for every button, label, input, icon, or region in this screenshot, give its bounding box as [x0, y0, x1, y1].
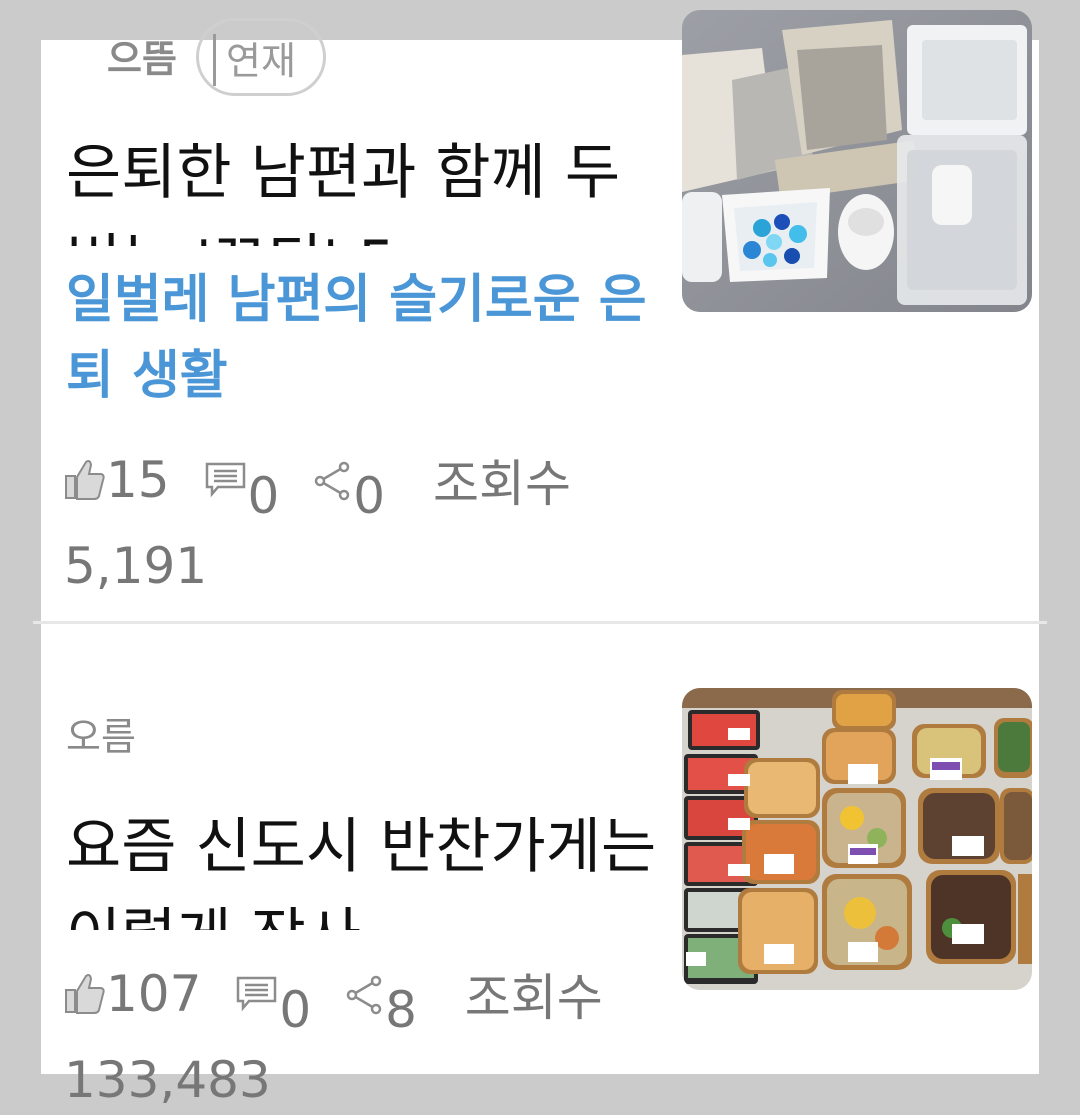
comment-count[interactable]: 0: [204, 461, 279, 531]
article-title[interactable]: 은퇴한 남편과 함께 두 번는 '꼬티' 5: [66, 128, 666, 246]
comment-icon: [205, 462, 245, 498]
lunchbox-display-photo: [682, 688, 1032, 990]
thumbs-up-icon: [65, 460, 105, 500]
author-name[interactable]: 으뜸: [107, 28, 177, 83]
share-count[interactable]: 0: [313, 461, 385, 531]
article-stats: 107 0 8 조회수 133,483: [64, 959, 664, 1115]
like-count[interactable]: 15: [64, 445, 170, 515]
article-title[interactable]: 요즘 신도시 반찬가게는 이렇게 장사: [66, 802, 666, 930]
share-icon: [315, 461, 350, 501]
thumbs-up-icon: [65, 974, 105, 1014]
share-icon: [346, 975, 382, 1015]
article-subtitle[interactable]: 일벌레 남편의 슬기로운 은퇴 생활: [66, 262, 666, 414]
views-label: 조회수: [464, 969, 603, 1027]
author-name[interactable]: 오름: [66, 706, 136, 761]
recyclables-photo: [682, 10, 1032, 312]
view-count: 5,191: [64, 537, 208, 595]
comment-icon: [237, 976, 277, 1012]
article-stats: 15 0 0 조회수 5,191: [64, 445, 664, 601]
series-badge[interactable]: 연재: [196, 18, 326, 96]
share-count[interactable]: 8: [345, 975, 417, 1045]
views-label: 조회수: [432, 455, 571, 513]
article-thumbnail[interactable]: [682, 688, 1032, 990]
comment-count[interactable]: 0: [235, 975, 311, 1045]
view-count: 133,483: [64, 1051, 271, 1109]
article-thumbnail[interactable]: [682, 10, 1032, 312]
like-count[interactable]: 107: [64, 959, 201, 1029]
